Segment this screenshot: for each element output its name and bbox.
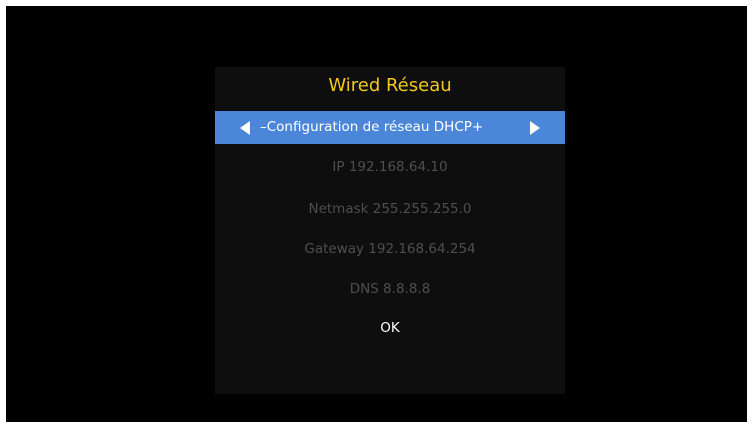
network-settings-dialog: Wired Réseau –Configuration de réseau DH… [215,67,565,394]
triangle-right-icon[interactable] [530,121,540,135]
tv-screen: Wired Réseau –Configuration de réseau DH… [6,6,747,422]
netmask-field: Netmask 255.255.255.0 [308,201,472,217]
dns-field: DNS 8.8.8.8 [349,281,431,297]
gateway-field: Gateway 192.168.64.254 [304,241,476,257]
ok-button[interactable]: OK [375,319,405,337]
dialog-title: Wired Réseau [328,75,452,96]
triangle-left-icon[interactable] [240,121,250,135]
network-config-label: –Configuration de réseau DHCP+ [260,119,484,135]
ip-address-field: IP 192.168.64.10 [332,159,448,175]
network-config-selector[interactable]: –Configuration de réseau DHCP+ [215,111,565,144]
